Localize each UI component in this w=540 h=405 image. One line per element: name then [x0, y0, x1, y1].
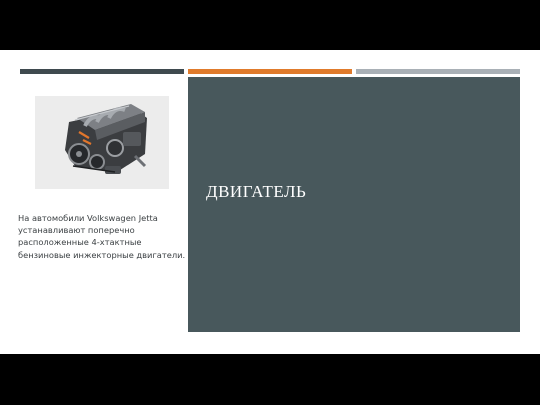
body-text: На автомобили Volkswagen Jetta устанавли…: [18, 213, 186, 260]
slide-title: ДВИГАТЕЛЬ: [206, 182, 307, 201]
accent-bar-orange: [188, 69, 352, 74]
title-panel: ДВИГАТЕЛЬ: [188, 77, 520, 332]
accent-bar-dark: [20, 69, 184, 74]
accent-bar-gray: [356, 69, 520, 74]
slide: На автомобили Volkswagen Jetta устанавли…: [0, 50, 540, 354]
engine-photo: [35, 96, 169, 189]
